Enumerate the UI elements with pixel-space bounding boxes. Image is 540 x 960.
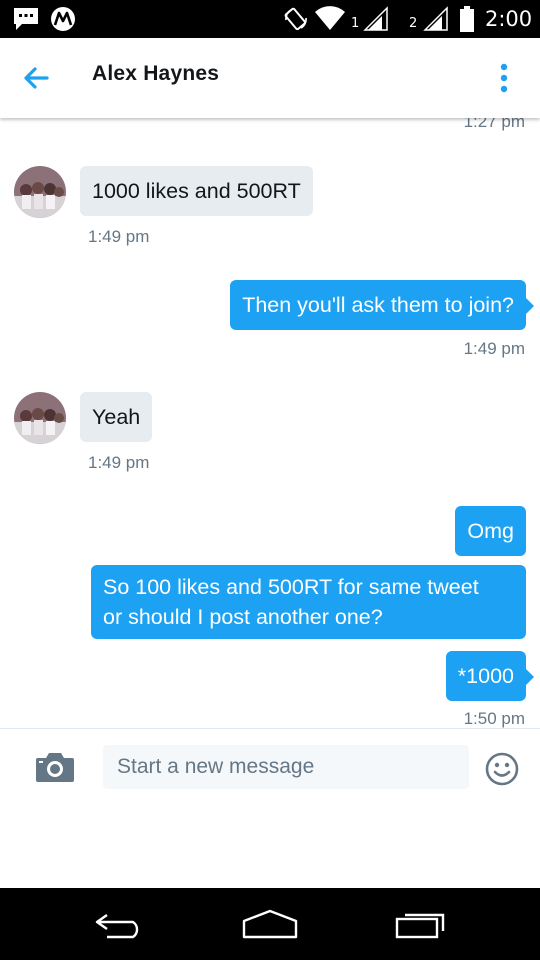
message-timestamp: 1:50 pm xyxy=(463,709,525,728)
home-nav-icon xyxy=(242,909,298,939)
motorola-icon xyxy=(50,0,76,38)
message-text: or should I post another one? xyxy=(103,605,383,629)
signal-icon xyxy=(422,0,450,38)
message-text: So 100 likes and 500RT for same tweet xyxy=(103,575,479,599)
message-timestamp: 1:49 pm xyxy=(463,339,525,358)
more-options-button[interactable] xyxy=(486,56,522,100)
message-text: Then you'll ask them to join? xyxy=(242,293,514,317)
message-text: 1000 likes and 500RT xyxy=(92,179,301,203)
camera-icon xyxy=(36,753,74,782)
status-bar: 1 2 2:00 xyxy=(0,0,540,38)
message-bubble-outgoing[interactable]: Omg xyxy=(455,506,526,556)
battery-icon xyxy=(459,0,475,38)
status-time: 2:00 xyxy=(485,7,533,31)
wifi-icon xyxy=(314,0,346,38)
signal-icon xyxy=(362,0,390,38)
message-bubble-incoming[interactable]: 1000 likes and 500RT xyxy=(80,166,313,216)
nav-recents-button[interactable] xyxy=(387,902,457,946)
message-composer xyxy=(0,728,540,888)
message-bubble-outgoing[interactable]: *1000 xyxy=(445,651,535,701)
more-vert-icon xyxy=(500,63,508,93)
nav-back-button[interactable] xyxy=(85,902,155,946)
message-text: *1000 xyxy=(457,664,514,688)
chat-icon xyxy=(12,0,40,38)
recents-nav-icon xyxy=(395,913,445,939)
app-bar: Alex Haynes xyxy=(0,38,540,118)
sim1-label: 1 xyxy=(351,15,360,31)
message-text: Omg xyxy=(467,519,514,543)
system-nav-bar xyxy=(0,888,540,960)
avatar[interactable] xyxy=(14,166,66,218)
avatar[interactable] xyxy=(14,392,66,444)
message-timestamp: 1:49 pm xyxy=(88,227,150,246)
message-timestamp: 1:27 pm xyxy=(463,118,525,131)
camera-button[interactable] xyxy=(34,749,76,785)
emoji-button[interactable] xyxy=(485,752,519,786)
conversation-thread[interactable]: 1:27 pm 1000 likes and 500RT 1:49 pm The… xyxy=(0,118,540,728)
message-bubble-incoming[interactable]: Yeah xyxy=(80,392,153,442)
conversation-title: Alex Haynes xyxy=(92,62,220,85)
rotation-icon xyxy=(283,0,309,38)
message-text: Yeah xyxy=(92,405,141,429)
emoji-icon xyxy=(485,752,519,786)
nav-home-button[interactable] xyxy=(235,902,305,946)
back-arrow-icon xyxy=(24,67,49,89)
back-nav-icon xyxy=(95,914,139,939)
message-timestamp: 1:49 pm xyxy=(88,453,150,472)
message-bubble-outgoing[interactable]: Then you'll ask them to join? xyxy=(230,280,534,330)
message-input[interactable] xyxy=(103,745,469,789)
message-bubble-outgoing[interactable]: So 100 likes and 500RT for same tweet or… xyxy=(91,565,526,639)
sim2-label: 2 xyxy=(409,15,418,31)
back-button[interactable] xyxy=(14,58,58,98)
